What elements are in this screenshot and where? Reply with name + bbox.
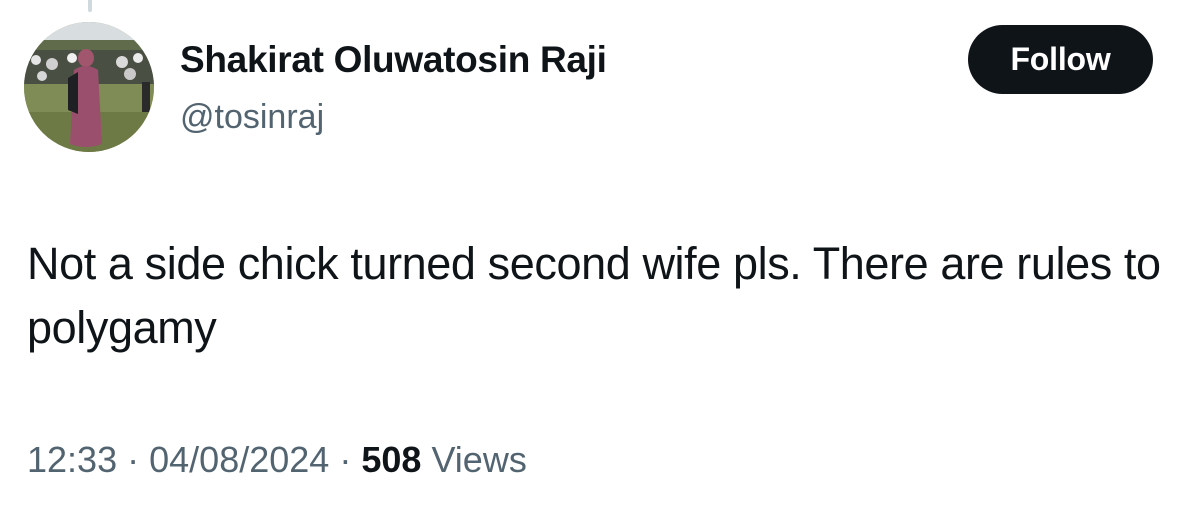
- thread-connector-line: [88, 0, 92, 12]
- tweet-time[interactable]: 12:33: [27, 439, 117, 480]
- views-count: 508: [361, 439, 422, 480]
- meta-separator: ·: [339, 439, 352, 480]
- avatar[interactable]: [24, 22, 154, 152]
- author-handle[interactable]: @tosinraj: [180, 97, 324, 137]
- views-label: Views: [431, 439, 527, 480]
- tweet-text: Not a side chick turned second wife pls.…: [27, 238, 1161, 353]
- tweet-meta: 12:33 · 04/08/2024 · 508 Views: [27, 438, 527, 482]
- avatar-photo: [24, 22, 154, 152]
- follow-button[interactable]: Follow: [968, 25, 1153, 94]
- tweet-date[interactable]: 04/08/2024: [149, 439, 329, 480]
- author-display-name[interactable]: Shakirat Oluwatosin Raji: [180, 38, 607, 82]
- meta-separator: ·: [127, 439, 140, 480]
